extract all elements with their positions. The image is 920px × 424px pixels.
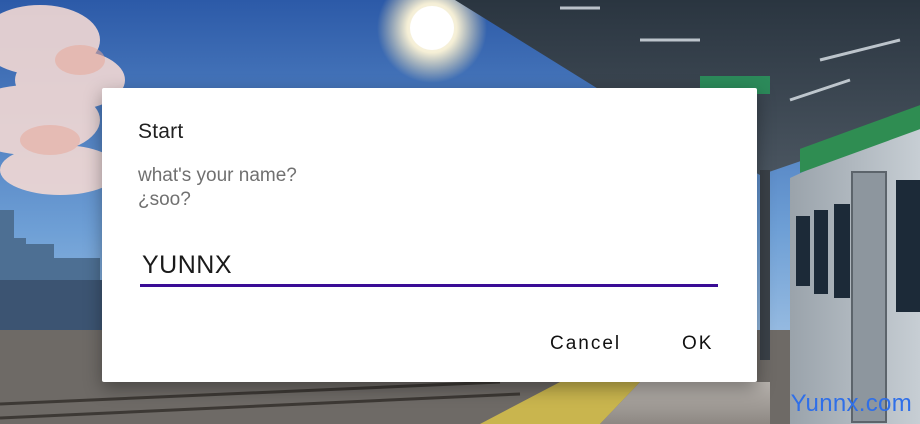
cancel-button[interactable]: Cancel [540,324,631,364]
start-dialog: Start what's your name? ¿soo? Cancel OK [102,88,757,382]
ok-button[interactable]: OK [672,324,723,364]
dialog-title: Start [138,120,184,143]
dialog-message-line-2: ¿soo? [138,189,191,210]
dialog-message: what's your name? ¿soo? [138,164,297,212]
dialog-message-line-1: what's your name? [138,165,297,186]
watermark: Yunnx.com [790,390,912,417]
app-screen: Start what's your name? ¿soo? Cancel OK … [0,0,920,424]
name-input[interactable] [140,247,718,287]
